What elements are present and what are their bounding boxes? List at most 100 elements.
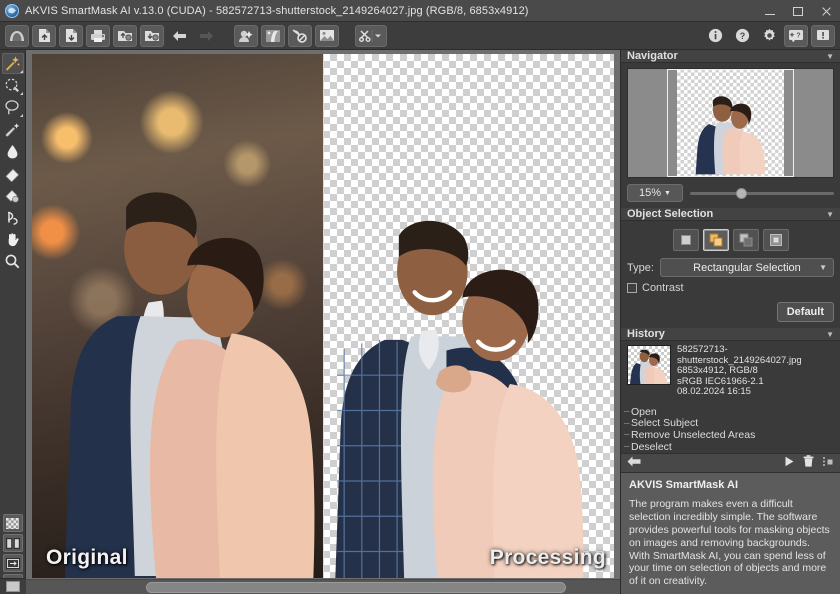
tool-background-eraser[interactable] [2, 185, 24, 206]
close-button[interactable] [812, 0, 840, 22]
load-image-icon[interactable] [59, 24, 83, 47]
info-icon[interactable] [703, 25, 727, 47]
history-play-icon[interactable] [784, 454, 795, 472]
chevron-down-icon[interactable]: ▼ [826, 330, 834, 339]
contrast-label: Contrast [642, 282, 684, 294]
history-list[interactable]: OpenSelect SubjectRemove Unselected Area… [621, 404, 840, 454]
zoom-level-value: 15% [639, 187, 662, 199]
original-subject [64, 192, 315, 578]
canvas-horizontal-scrollbar[interactable] [26, 579, 620, 594]
chevron-down-icon: ▼ [819, 263, 827, 272]
view-mode-split[interactable] [2, 534, 23, 552]
history-back-icon[interactable] [627, 454, 641, 472]
tool-history-brush[interactable] [2, 207, 24, 228]
mode-add-to-selection[interactable] [702, 229, 729, 251]
right-panel: Navigator ▼ 15% ▼ Object Selection ▼ Typ… [620, 50, 840, 594]
tool-blur[interactable] [2, 141, 24, 162]
mode-subtract-from-selection[interactable] [732, 229, 759, 251]
help-icon[interactable]: ? [730, 25, 754, 47]
undo-icon[interactable] [167, 25, 191, 47]
image-canvas[interactable]: Original Processing [26, 50, 620, 594]
split-divider[interactable] [323, 54, 324, 578]
tool-zoom[interactable] [2, 251, 24, 272]
tool-eraser[interactable] [2, 163, 24, 184]
application-window: AKVIS SmartMask AI v.13.0 (CUDA) - 58257… [0, 0, 840, 594]
window-controls [756, 0, 840, 21]
zoom-level-select[interactable]: 15% ▼ [627, 184, 683, 202]
zoom-slider[interactable] [690, 185, 834, 201]
selection-type-dropdown[interactable]: Rectangular Selection ▼ [659, 258, 834, 277]
history-panel-header[interactable]: History ▼ [621, 328, 840, 341]
history-item-label: Magic Brush [645, 452, 703, 453]
history-title: History [627, 328, 665, 340]
print-image-icon[interactable] [86, 24, 110, 47]
maximize-button[interactable] [784, 0, 812, 22]
magic-brush-icon [631, 453, 643, 454]
zoom-slider-knob[interactable] [736, 188, 747, 199]
object-selection-panel-body: Type: Rectangular Selection ▼ Contrast D… [621, 221, 840, 328]
tool-quick-selection[interactable] [2, 75, 24, 96]
contrast-checkbox[interactable] [627, 283, 637, 293]
preferences-icon[interactable] [757, 25, 781, 47]
default-button-row: Default [627, 302, 834, 322]
hints-icon[interactable]: ? [784, 24, 808, 47]
svg-text:?: ? [739, 31, 745, 41]
history-item[interactable]: +Magic Brush3 [621, 452, 840, 454]
scrollbar-thumb[interactable] [146, 582, 566, 593]
app-logo-icon [5, 3, 19, 18]
load-preset-icon[interactable] [113, 24, 137, 47]
history-item[interactable]: Open [621, 406, 840, 418]
redo-icon[interactable] [194, 25, 218, 47]
canvas-original-half [32, 54, 323, 578]
tool-lasso[interactable] [2, 97, 24, 118]
chevron-down-icon[interactable]: ▼ [826, 210, 834, 219]
navigator-panel-header[interactable]: Navigator ▼ [621, 50, 840, 63]
mode-new-selection[interactable] [672, 229, 699, 251]
canvas-processing-half [323, 54, 614, 578]
cut-out-icon[interactable] [355, 24, 387, 47]
minimize-button[interactable] [756, 0, 784, 22]
object-selection-panel-header[interactable]: Object Selection ▼ [621, 208, 840, 221]
save-preset-icon[interactable] [140, 24, 164, 47]
selection-type-row: Type: Rectangular Selection ▼ [627, 258, 834, 277]
remove-background-icon[interactable] [288, 24, 312, 47]
selection-type-label: Type: [627, 261, 654, 274]
navigator-preview[interactable] [627, 68, 834, 178]
selection-type-value: Rectangular Selection [693, 261, 801, 274]
default-button[interactable]: Default [776, 302, 834, 322]
history-file-info: 582572713- shutterstock_2149264027.jpg 6… [621, 341, 840, 400]
mode-intersect-selection[interactable] [762, 229, 789, 251]
solid-view-indicator-icon [6, 581, 20, 592]
select-subject-icon[interactable] [234, 24, 258, 47]
navigator-viewport-frame[interactable] [666, 69, 795, 177]
zoom-slider-track [690, 192, 834, 195]
title-bar: AKVIS SmartMask AI v.13.0 (CUDA) - 58257… [0, 0, 840, 22]
notifications-icon[interactable] [811, 24, 835, 47]
history-options-icon[interactable] [822, 454, 834, 472]
status-bar-left [0, 578, 26, 594]
tool-magic-brush[interactable] [2, 119, 24, 140]
history-item[interactable]: Deselect [621, 441, 840, 453]
history-item[interactable]: Select Subject [621, 417, 840, 430]
view-mode-checkerboard[interactable] [2, 514, 23, 532]
svg-text:?: ? [796, 33, 800, 40]
history-item-label: Select Subject [631, 417, 699, 430]
history-item[interactable]: Remove Unselected Areas [621, 429, 840, 441]
save-image-icon[interactable] [32, 24, 56, 47]
canvas-viewport[interactable]: Original Processing [32, 54, 614, 578]
background-image-icon[interactable] [315, 24, 339, 47]
processing-label: Processing [489, 546, 606, 569]
open-image-icon[interactable] [5, 24, 29, 47]
history-toolbar [621, 453, 840, 474]
chevron-down-icon[interactable]: ▼ [826, 52, 834, 61]
history-thumbnail [627, 345, 671, 385]
refine-edges-icon[interactable] [261, 24, 285, 47]
tool-magic-wand[interactable] [1, 53, 24, 74]
view-mode-before-after[interactable] [2, 554, 23, 572]
tool-hand[interactable] [2, 229, 24, 250]
contrast-checkbox-row[interactable]: Contrast [627, 282, 834, 294]
hint-panel: AKVIS SmartMask AI The program makes eve… [621, 473, 840, 594]
history-delete-icon[interactable] [803, 454, 814, 472]
history-item-label: Remove Unselected Areas [631, 428, 756, 441]
chevron-down-icon: ▼ [664, 189, 671, 197]
